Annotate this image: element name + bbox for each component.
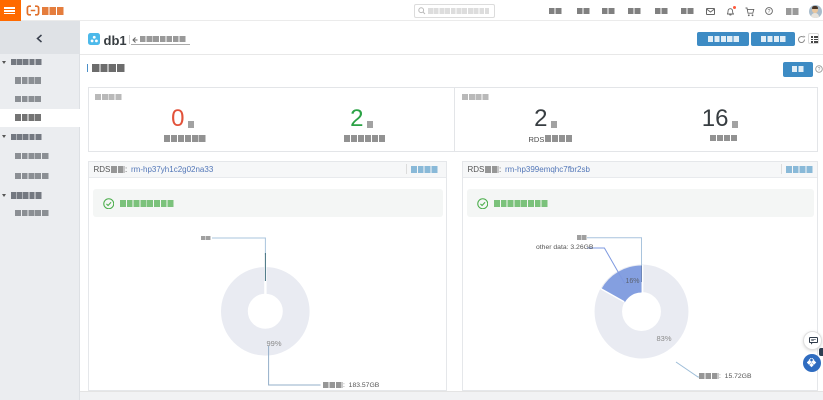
svg-text:?: ? <box>817 67 820 73</box>
svg-text:?: ? <box>767 9 770 15</box>
